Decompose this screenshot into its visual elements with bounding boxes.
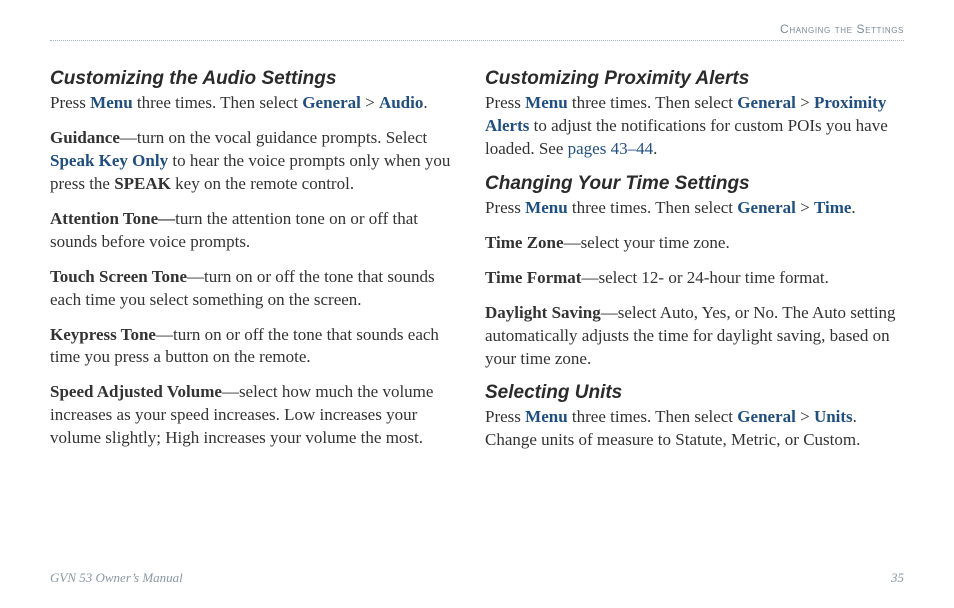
time-zone-paragraph: Time Zone—select your time zone.: [485, 232, 896, 255]
attention-tone-paragraph: Attention Tone—turn the attention tone o…: [50, 208, 457, 254]
text: >: [796, 407, 814, 426]
text: >: [796, 198, 814, 217]
guidance-paragraph: Guidance—turn on the vocal guidance prom…: [50, 127, 457, 196]
page-number: 35: [891, 570, 904, 586]
time-intro: Press Menu three times. Then select Gene…: [485, 197, 896, 220]
general-link[interactable]: General: [737, 93, 796, 112]
time-link[interactable]: Time: [814, 198, 851, 217]
menu-link[interactable]: Menu: [525, 198, 568, 217]
text: —select 12- or 24-hour time format.: [581, 268, 828, 287]
left-column: Customizing the Audio Settings Press Men…: [50, 62, 477, 464]
label: Keypress Tone: [50, 325, 156, 344]
proximity-title: Customizing Proximity Alerts: [485, 68, 896, 90]
general-link[interactable]: General: [302, 93, 361, 112]
general-link[interactable]: General: [737, 407, 796, 426]
label: Daylight Saving: [485, 303, 601, 322]
footer-left: GVN 53 Owner’s Manual: [50, 570, 183, 586]
text: —turn on the vocal guidance prompts. Sel…: [120, 128, 427, 147]
label: Speed Adjusted Volume: [50, 382, 222, 401]
audio-link[interactable]: Audio: [379, 93, 423, 112]
audio-title: Customizing the Audio Settings: [50, 68, 457, 90]
text: Press: [50, 93, 90, 112]
text: three times. Then select: [133, 93, 303, 112]
units-link[interactable]: Units: [814, 407, 853, 426]
speak-key: SPEAK: [114, 174, 171, 193]
right-column: Customizing Proximity Alerts Press Menu …: [477, 62, 904, 464]
label: Guidance: [50, 128, 120, 147]
text: >: [796, 93, 814, 112]
speed-volume-paragraph: Speed Adjusted Volume—select how much th…: [50, 381, 457, 450]
menu-link[interactable]: Menu: [525, 407, 568, 426]
text: Press: [485, 407, 525, 426]
menu-link[interactable]: Menu: [90, 93, 133, 112]
keypress-tone-paragraph: Keypress Tone—turn on or off the tone th…: [50, 324, 457, 370]
speak-key-only-link[interactable]: Speak Key Only: [50, 151, 168, 170]
content-columns: Customizing the Audio Settings Press Men…: [50, 62, 904, 464]
running-header: Changing the Settings: [780, 22, 904, 36]
label: Time Format: [485, 268, 581, 287]
units-intro: Press Menu three times. Then select Gene…: [485, 406, 896, 452]
text: to adjust the notifications for custom P…: [485, 116, 888, 158]
text: key on the remote control.: [171, 174, 354, 193]
header-divider: [50, 40, 904, 41]
text: three times. Then select: [568, 407, 738, 426]
manual-page: Changing the Settings Customizing the Au…: [0, 0, 954, 608]
label: Touch Screen Tone: [50, 267, 187, 286]
label: Attention Tone—: [50, 209, 175, 228]
text: Press: [485, 198, 525, 217]
audio-intro: Press Menu three times. Then select Gene…: [50, 92, 457, 115]
text: —select your time zone.: [564, 233, 730, 252]
text: three times. Then select: [568, 93, 738, 112]
text: >: [361, 93, 379, 112]
text: .: [851, 198, 855, 217]
proximity-intro: Press Menu three times. Then select Gene…: [485, 92, 896, 161]
time-title: Changing Your Time Settings: [485, 173, 896, 195]
text: .: [653, 139, 657, 158]
pages-link[interactable]: pages 43–44: [568, 139, 653, 158]
page-footer: GVN 53 Owner’s Manual 35: [50, 570, 904, 586]
units-title: Selecting Units: [485, 382, 896, 404]
time-format-paragraph: Time Format—select 12- or 24-hour time f…: [485, 267, 896, 290]
label: Time Zone: [485, 233, 564, 252]
daylight-saving-paragraph: Daylight Saving—select Auto, Yes, or No.…: [485, 302, 896, 371]
text: three times. Then select: [568, 198, 738, 217]
text: .: [423, 93, 427, 112]
touch-screen-tone-paragraph: Touch Screen Tone—turn on or off the ton…: [50, 266, 457, 312]
menu-link[interactable]: Menu: [525, 93, 568, 112]
general-link[interactable]: General: [737, 198, 796, 217]
text: Press: [485, 93, 525, 112]
